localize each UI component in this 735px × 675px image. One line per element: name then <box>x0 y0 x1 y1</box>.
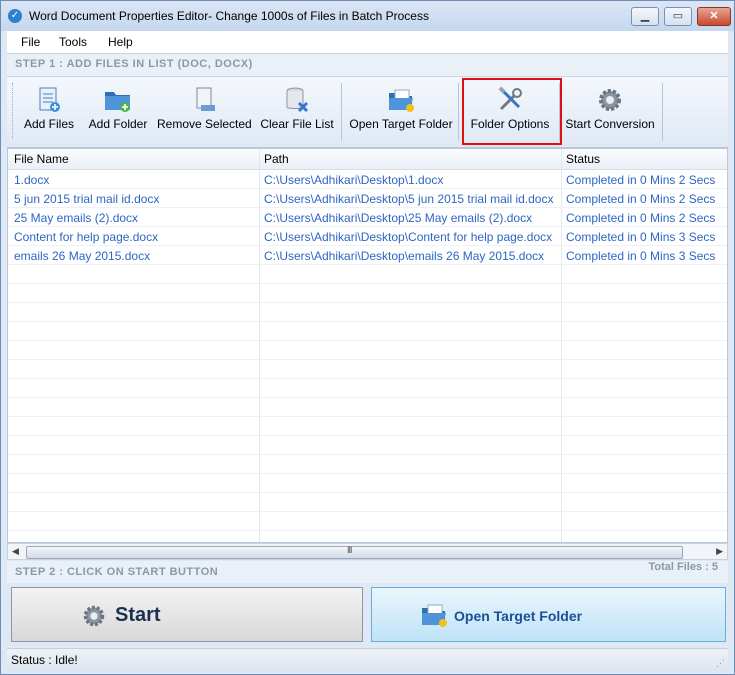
step2-label: STEP 2 : CLICK ON START BUTTON <box>15 566 219 578</box>
column-header-status[interactable]: Status <box>566 152 600 166</box>
path-cell[interactable]: C:\Users\Adhikari\Desktop\1.docx <box>264 173 443 187</box>
column-divider <box>259 149 260 542</box>
remove-selected-label: Remove Selected <box>157 117 252 131</box>
start-conversion-button[interactable]: Start Conversion <box>563 77 657 143</box>
path-cell[interactable]: C:\Users\Adhikari\Desktop\25 May emails … <box>264 211 532 225</box>
toolbar-separator <box>662 83 663 141</box>
file-name-cell[interactable]: 25 May emails (2).docx <box>14 211 138 225</box>
add-files-icon <box>39 87 60 112</box>
status-text: Status : Idle! <box>11 653 78 667</box>
path-cell[interactable]: C:\Users\Adhikari\Desktop\5 jun 2015 tri… <box>264 192 553 206</box>
menu-tools[interactable]: Tools <box>59 35 87 49</box>
maximize-button[interactable]: ▭ <box>664 7 692 26</box>
step1-label: STEP 1 : ADD FILES IN LIST (DOC, DOCX) <box>15 58 253 70</box>
step2-banner: STEP 2 : CLICK ON START BUTTON Total Fil… <box>7 561 728 583</box>
open-target-folder-button[interactable]: Open Target Folder <box>347 77 455 143</box>
start-conversion-label: Start Conversion <box>565 117 655 131</box>
row-divider <box>8 207 727 208</box>
minimize-button[interactable]: ▁ <box>631 7 659 26</box>
row-divider <box>8 359 727 360</box>
app-window: ✓ Word Document Properties Editor- Chang… <box>0 0 735 675</box>
row-divider <box>8 416 727 417</box>
open-folder-icon <box>389 89 414 112</box>
row-divider <box>8 378 727 379</box>
menu-file[interactable]: File <box>21 35 40 49</box>
app-icon: ✓ <box>8 9 22 23</box>
remove-selected-button[interactable]: Remove Selected <box>157 77 252 143</box>
row-divider <box>8 397 727 398</box>
add-folder-label: Add Folder <box>88 117 148 131</box>
toolbar-grip <box>12 83 15 139</box>
row-divider <box>8 302 727 303</box>
menu-help[interactable]: Help <box>108 35 133 49</box>
open-target-folder-big-button[interactable]: Open Target Folder <box>371 587 726 642</box>
row-divider <box>8 492 727 493</box>
row-divider <box>8 454 727 455</box>
path-cell[interactable]: C:\Users\Adhikari\Desktop\Content for he… <box>264 230 552 244</box>
title-bar: ✓ Word Document Properties Editor- Chang… <box>1 1 734 31</box>
column-header-file-name[interactable]: File Name <box>14 152 69 166</box>
start-button-label: Start <box>115 604 161 626</box>
file-list-grid[interactable]: File Name Path Status 1.docx C:\Users\Adh… <box>7 148 728 543</box>
add-files-button[interactable]: Add Files <box>19 77 79 143</box>
resize-grip-icon[interactable]: ⋰ <box>716 658 725 669</box>
remove-selected-icon <box>196 87 215 111</box>
horizontal-scrollbar[interactable]: ◀ III ▶ <box>7 543 728 560</box>
row-divider <box>8 511 727 512</box>
start-button[interactable]: Start <box>11 587 363 642</box>
scroll-right-arrow-icon[interactable]: ▶ <box>716 546 723 557</box>
open-folder-icon <box>422 604 447 627</box>
status-cell[interactable]: Completed in 0 Mins 2 Secs <box>566 211 715 225</box>
total-files: Total Files : 5 <box>648 561 718 573</box>
status-cell[interactable]: Completed in 0 Mins 2 Secs <box>566 173 715 187</box>
row-divider <box>8 283 727 284</box>
row-divider <box>8 530 727 531</box>
toolbar: Add Files Add Folder Remove Selected Cle… <box>7 77 728 148</box>
close-button[interactable]: ✕ <box>697 7 731 26</box>
row-divider <box>8 245 727 246</box>
gear-icon <box>83 605 105 627</box>
scroll-thumb[interactable]: III <box>26 545 683 559</box>
folder-options-highlight <box>462 78 562 145</box>
status-bar: Status : Idle! ⋰ <box>7 648 728 671</box>
row-divider <box>8 340 727 341</box>
menu-bar: File Tools Help <box>7 31 728 54</box>
add-files-label: Add Files <box>23 117 75 131</box>
clear-file-list-label: Clear File List <box>260 117 334 131</box>
status-cell[interactable]: Completed in 0 Mins 3 Secs <box>566 249 715 263</box>
row-divider <box>8 321 727 322</box>
row-divider <box>8 473 727 474</box>
file-name-cell[interactable]: Content for help page.docx <box>14 230 158 244</box>
open-target-folder-big-label: Open Target Folder <box>454 608 583 624</box>
file-name-cell[interactable]: emails 26 May 2015.docx <box>14 249 150 263</box>
toolbar-separator <box>341 83 342 141</box>
status-cell[interactable]: Completed in 0 Mins 3 Secs <box>566 230 715 244</box>
clear-list-icon <box>286 87 309 113</box>
step1-banner: STEP 1 : ADD FILES IN LIST (DOC, DOCX) <box>7 54 728 77</box>
column-divider <box>561 149 562 542</box>
add-folder-icon <box>105 92 130 112</box>
add-folder-button[interactable]: Add Folder <box>85 77 151 143</box>
row-divider <box>8 226 727 227</box>
scroll-thumb-grip: III <box>347 545 352 555</box>
file-name-cell[interactable]: 1.docx <box>14 173 49 187</box>
row-divider <box>8 264 727 265</box>
toolbar-separator <box>458 83 459 141</box>
row-divider <box>8 435 727 436</box>
path-cell[interactable]: C:\Users\Adhikari\Desktop\emails 26 May … <box>264 249 544 263</box>
grid-header: File Name Path Status <box>8 149 727 170</box>
row-divider <box>8 188 727 189</box>
scroll-left-arrow-icon[interactable]: ◀ <box>12 546 19 557</box>
open-target-folder-label: Open Target Folder <box>349 117 453 131</box>
gear-icon <box>599 89 621 111</box>
clear-file-list-button[interactable]: Clear File List <box>259 77 335 143</box>
file-name-cell[interactable]: 5 jun 2015 trial mail id.docx <box>14 192 159 206</box>
window-title: Word Document Properties Editor- Change … <box>29 9 429 23</box>
status-cell[interactable]: Completed in 0 Mins 2 Secs <box>566 192 715 206</box>
column-header-path[interactable]: Path <box>264 152 289 166</box>
